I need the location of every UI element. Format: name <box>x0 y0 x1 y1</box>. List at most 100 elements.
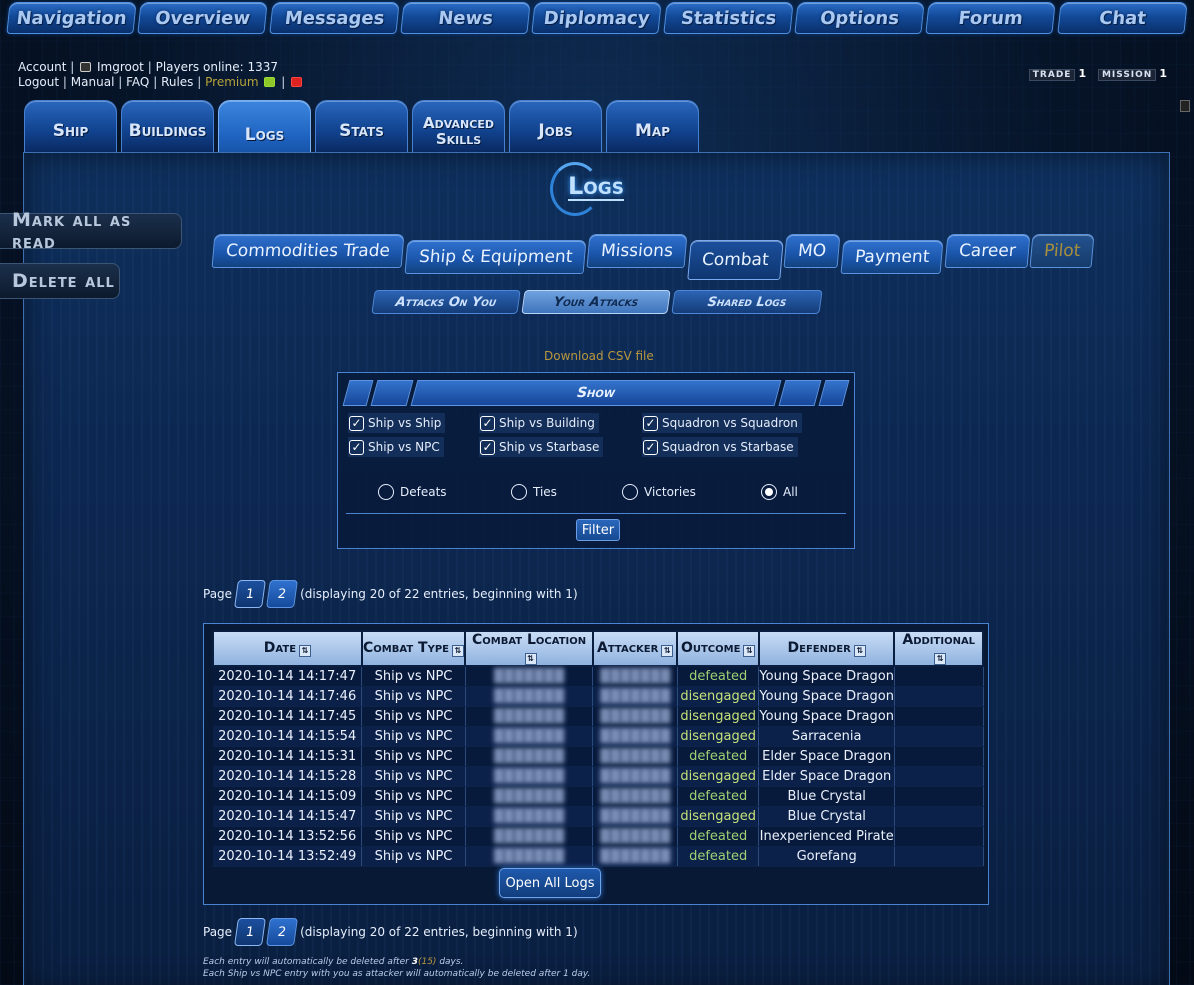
combat-log-table-box: Date ⇅ Combat Type ⇅ Combat Location⇅ Atta… <box>203 623 989 905</box>
tab-commodities-trade[interactable]: Commodities Trade <box>211 234 405 268</box>
tab-ship[interactable]: Ship <box>24 100 117 152</box>
tab-payment[interactable]: Payment <box>840 240 944 274</box>
checkmark-icon[interactable] <box>264 77 276 87</box>
topnav-navigation[interactable]: Navigation <box>6 2 138 34</box>
topnav-news[interactable]: News <box>400 2 531 34</box>
tab-combat[interactable]: Combat <box>687 240 784 280</box>
topnav-options[interactable]: Options <box>794 2 925 34</box>
col-combat-location[interactable]: Combat Location ⇅ <box>464 630 594 667</box>
page-1-button[interactable]: 1 <box>234 918 267 946</box>
cell-combat-type: Ship vs NPC <box>361 846 466 867</box>
col-additional[interactable]: Additional ⇅ <box>893 630 984 667</box>
filter-button[interactable]: Filter <box>576 519 620 541</box>
cell-defender: Inexperienced Pirate <box>758 826 895 847</box>
logout-link[interactable]: Logout <box>18 75 59 89</box>
col-attacker[interactable]: Attacker ⇅ <box>591 630 679 667</box>
table-row[interactable]: 2020-10-14 14:15:47 Ship vs NPC ███████ ███… <box>213 806 984 827</box>
radio-defeats[interactable]: Defeats <box>378 484 447 500</box>
tab-ship-equipment[interactable]: Ship & Equipment <box>404 240 587 274</box>
faq-link[interactable]: FAQ <box>126 75 149 89</box>
subtab-attacks-on-you[interactable]: Attacks On You <box>371 290 521 314</box>
table-row[interactable]: 2020-10-14 13:52:56 Ship vs NPC ███████ ███… <box>213 826 984 847</box>
delete-all-button[interactable]: Delete all <box>0 263 120 299</box>
col-combat-type[interactable]: Combat Type ⇅ <box>360 630 467 667</box>
topnav-forum[interactable]: Forum <box>925 2 1057 34</box>
subtab-shared-logs[interactable]: Shared Logs <box>671 290 823 314</box>
table-row[interactable]: 2020-10-14 14:17:46 Ship vs NPC ███████ ███… <box>213 686 984 707</box>
subtab-your-attacks[interactable]: Your Attacks <box>521 290 671 314</box>
tab-map[interactable]: Map <box>606 100 699 152</box>
table-row[interactable]: 2020-10-14 14:17:47 Ship vs NPC ███████ ███… <box>213 666 984 687</box>
checkbox-ship-vs-ship[interactable]: ✓ Ship vs Ship <box>348 413 446 433</box>
page-2-button[interactable]: 2 <box>266 580 299 608</box>
sort-icon[interactable]: ⇅ <box>299 645 312 657</box>
status-counters: TRADE 1 MISSION 1 <box>1028 67 1174 81</box>
topnav-statistics[interactable]: Statistics <box>662 2 794 34</box>
cell-defender: Sarracenia <box>758 726 895 747</box>
sort-icon[interactable]: ⇅ <box>934 653 947 665</box>
sort-icon[interactable]: ⇅ <box>451 645 464 657</box>
close-icon[interactable] <box>291 77 303 87</box>
mark-all-read-button[interactable]: Mark all as read <box>0 209 182 253</box>
page-2-button[interactable]: 2 <box>266 918 299 946</box>
table-row[interactable]: 2020-10-14 14:15:28 Ship vs NPC ███████ ███… <box>213 766 984 787</box>
page-info: (displaying 20 of 22 entries, beginning … <box>300 925 578 939</box>
cell-date: 2020-10-14 14:15:54 <box>213 726 363 747</box>
sort-icon[interactable]: ⇅ <box>853 645 866 657</box>
table-row[interactable]: 2020-10-14 14:15:54 Ship vs NPC ███████ ███… <box>213 726 984 747</box>
radio-victories[interactable]: Victories <box>622 484 696 500</box>
tab-missions[interactable]: Missions <box>586 234 688 268</box>
username[interactable]: Imgroot <box>97 60 144 74</box>
checkbox-squadron-vs-squadron[interactable]: ✓ Squadron vs Squadron <box>642 413 802 433</box>
cell-additional <box>894 726 984 747</box>
table-header-row: Date ⇅ Combat Type ⇅ Combat Location⇅ Atta… <box>212 630 984 667</box>
tab-career[interactable]: Career <box>944 234 1030 268</box>
rules-link[interactable]: Rules <box>161 75 193 89</box>
tab-buildings[interactable]: Buildings <box>121 100 214 152</box>
radio-all[interactable]: All <box>761 484 798 500</box>
radio-label: Ties <box>533 485 557 499</box>
tab-mo[interactable]: MO <box>783 234 841 268</box>
page-label: Page <box>203 587 233 601</box>
mission-label: MISSION <box>1097 69 1157 81</box>
topnav-messages[interactable]: Messages <box>268 2 400 34</box>
page-info: (displaying 20 of 22 entries, beginning … <box>300 587 578 601</box>
cell-combat-location-redacted: ███████ <box>465 666 594 687</box>
sort-icon[interactable]: ⇅ <box>743 645 756 657</box>
table-row[interactable]: 2020-10-14 14:15:31 Ship vs NPC ███████ ███… <box>213 746 984 767</box>
table-row[interactable]: 2020-10-14 13:52:49 Ship vs NPC ███████ ███… <box>213 846 984 867</box>
col-date[interactable]: Date ⇅ <box>212 630 363 667</box>
sort-icon[interactable]: ⇅ <box>661 645 674 657</box>
topnav-overview[interactable]: Overview <box>137 2 269 34</box>
tab-stats[interactable]: Stats <box>315 100 408 152</box>
col-outcome[interactable]: Outcome ⇅ <box>676 630 760 667</box>
tab-jobs[interactable]: Jobs <box>509 100 602 152</box>
account-link[interactable]: Account <box>18 60 66 74</box>
topnav-chat[interactable]: Chat <box>1056 2 1188 34</box>
checkbox-ship-vs-starbase[interactable]: ✓ Ship vs Starbase <box>479 437 604 457</box>
checkbox-ship-vs-building[interactable]: ✓ Ship vs Building <box>479 413 599 433</box>
cell-outcome: defeated <box>677 746 760 767</box>
page-1-button[interactable]: 1 <box>234 580 267 608</box>
cell-additional <box>894 706 984 727</box>
checkbox-squadron-vs-starbase[interactable]: ✓ Squadron vs Starbase <box>642 437 798 457</box>
col-defender[interactable]: Defender ⇅ <box>757 630 896 667</box>
radio-ties[interactable]: Ties <box>511 484 557 500</box>
manual-link[interactable]: Manual <box>71 75 115 89</box>
tab-logs[interactable]: Logs <box>218 100 311 160</box>
cell-additional <box>894 846 984 867</box>
checkbox-label: Ship vs NPC <box>368 440 440 454</box>
cell-outcome: defeated <box>677 826 760 847</box>
tab-pilot[interactable]: Pilot <box>1029 234 1096 268</box>
checkbox-ship-vs-npc[interactable]: ✓ Ship vs NPC <box>348 437 444 457</box>
open-all-logs-button[interactable]: Open All Logs <box>499 868 601 898</box>
sort-icon[interactable]: ⇅ <box>524 653 537 665</box>
note-days-alt: (15) <box>417 957 437 967</box>
topnav-diplomacy[interactable]: Diplomacy <box>531 2 663 34</box>
scrollbar-up-button[interactable] <box>1180 100 1190 112</box>
table-row[interactable]: 2020-10-14 14:17:45 Ship vs NPC ███████ ███… <box>213 706 984 727</box>
table-row[interactable]: 2020-10-14 14:15:09 Ship vs NPC ███████ ███… <box>213 786 984 807</box>
tab-advanced-skills[interactable]: Advanced Skills <box>412 100 505 152</box>
premium-link[interactable]: Premium <box>205 75 258 89</box>
download-csv-link[interactable]: Download CSV file <box>544 349 654 363</box>
